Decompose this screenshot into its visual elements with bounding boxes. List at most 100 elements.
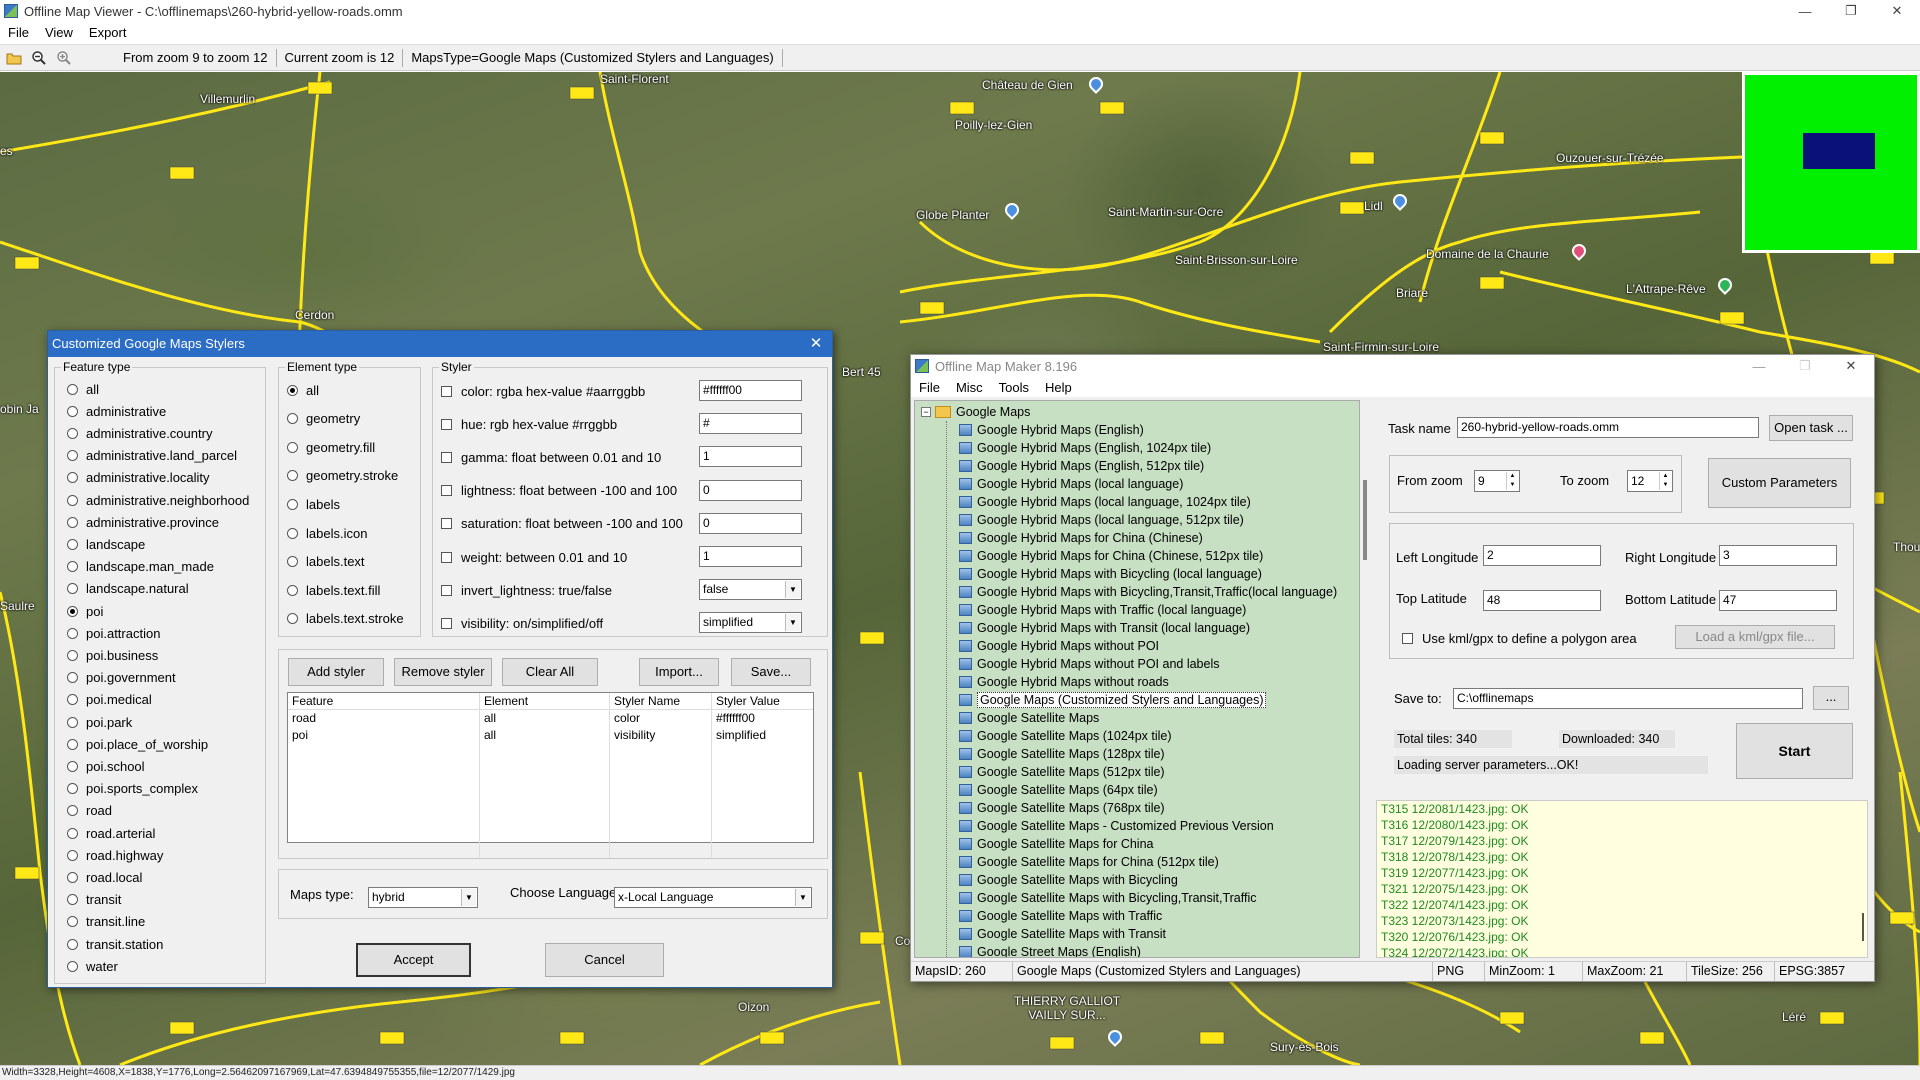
radio-button[interactable] — [67, 494, 78, 506]
zoom-in-icon[interactable] — [53, 47, 75, 69]
radio-button[interactable] — [67, 894, 78, 906]
tree-item[interactable]: Google Satellite Maps with Bicycling,Tra… — [959, 889, 1257, 907]
tree-item[interactable]: Google Maps (Customized Stylers and Lang… — [959, 691, 1267, 709]
tree-item[interactable]: Google Hybrid Maps for China (Chinese) — [959, 529, 1203, 547]
feature-type-option[interactable]: road.highway — [67, 846, 163, 864]
styler-option[interactable]: lightness: float between -100 and 100 — [441, 482, 677, 500]
feature-type-option[interactable]: poi.park — [67, 713, 132, 731]
column-header[interactable]: Styler Name — [610, 693, 712, 709]
element-type-option[interactable]: labels.text.stroke — [287, 610, 404, 628]
tree-item[interactable]: Google Satellite Maps (1024px tile) — [959, 727, 1172, 745]
feature-type-option[interactable]: landscape.man_made — [67, 558, 214, 576]
tree-root-node[interactable]: − Google Maps — [921, 403, 1030, 421]
radio-button[interactable] — [287, 470, 298, 482]
maps-tree[interactable]: − Google Maps Google Hybrid Maps (Englis… — [914, 400, 1360, 958]
menu-tools[interactable]: Tools — [991, 380, 1037, 395]
radio-button[interactable] — [67, 738, 78, 750]
radio-button[interactable] — [67, 649, 78, 661]
radio-button[interactable] — [67, 561, 78, 573]
feature-type-option[interactable]: poi.business — [67, 646, 158, 664]
element-type-option[interactable]: geometry — [287, 410, 360, 428]
feature-type-option[interactable]: poi.attraction — [67, 624, 160, 642]
radio-button[interactable] — [67, 938, 78, 950]
tree-item[interactable]: Google Satellite Maps for China — [959, 835, 1153, 853]
top-latitude-input[interactable]: 48 — [1483, 590, 1601, 611]
radio-button[interactable] — [67, 450, 78, 462]
save-button[interactable]: Save... — [731, 658, 811, 686]
column-header[interactable]: Element — [480, 693, 610, 709]
radio-button[interactable] — [287, 384, 298, 396]
feature-type-option[interactable]: landscape — [67, 535, 145, 553]
tree-item[interactable]: Google Hybrid Maps (English) — [959, 421, 1144, 439]
radio-button[interactable] — [67, 405, 78, 417]
tree-item[interactable]: Google Satellite Maps - Customized Previ… — [959, 817, 1274, 835]
tree-item[interactable]: Google Satellite Maps with Traffic — [959, 907, 1162, 925]
load-kml-button[interactable]: Load a kml/gpx file... — [1675, 625, 1835, 649]
element-type-option[interactable]: labels — [287, 495, 340, 513]
tree-item[interactable]: Google Hybrid Maps for China (Chinese, 5… — [959, 547, 1263, 565]
tree-item[interactable]: Google Hybrid Maps with Traffic (local l… — [959, 601, 1246, 619]
styler-checkbox[interactable] — [441, 584, 452, 596]
feature-type-option[interactable]: poi — [67, 602, 103, 620]
radio-button[interactable] — [67, 694, 78, 706]
spinner-arrows-icon[interactable]: ▲ ▼ — [1506, 472, 1518, 490]
styler-value-input[interactable]: 0 — [699, 512, 802, 534]
minimize-button[interactable]: — — [1782, 0, 1828, 22]
tree-scrollbar[interactable] — [1360, 400, 1372, 958]
feature-type-option[interactable]: transit.station — [67, 935, 163, 953]
radio-button[interactable] — [67, 916, 78, 928]
menu-export[interactable]: Export — [81, 25, 135, 40]
styler-value-input[interactable]: 1 — [699, 546, 802, 567]
feature-type-option[interactable]: administrative.province — [67, 513, 219, 531]
column-header[interactable]: Styler Value — [712, 693, 813, 709]
radio-button[interactable] — [287, 556, 298, 568]
zoom-out-icon[interactable] — [28, 47, 50, 69]
use-kml-option[interactable]: Use kml/gpx to define a polygon area — [1402, 631, 1637, 646]
feature-type-option[interactable]: landscape.natural — [67, 580, 189, 598]
remove-styler-button[interactable]: Remove styler — [394, 658, 492, 686]
tree-item[interactable]: Google Satellite Maps (128px tile) — [959, 745, 1165, 763]
element-type-option[interactable]: geometry.fill — [287, 438, 375, 456]
radio-button[interactable] — [287, 413, 298, 425]
tree-item[interactable]: Google Hybrid Maps with Bicycling,Transi… — [959, 583, 1337, 601]
feature-type-option[interactable]: transit.line — [67, 913, 145, 931]
feature-type-option[interactable]: poi.government — [67, 669, 176, 687]
tree-item[interactable]: Google Satellite Maps (64px tile) — [959, 781, 1158, 799]
open-folder-icon[interactable] — [3, 47, 25, 69]
tree-item[interactable]: Google Satellite Maps with Transit — [959, 925, 1166, 943]
maps-type-select[interactable]: hybrid ▼ — [368, 887, 478, 908]
radio-button[interactable] — [67, 516, 78, 528]
download-log[interactable]: T315 12/2081/1423.jpg: OK T316 12/2080/14… — [1376, 800, 1868, 958]
tree-item[interactable]: Google Hybrid Maps with Transit (local l… — [959, 619, 1250, 637]
from-zoom-spinner[interactable]: 9 ▲ ▼ — [1474, 470, 1520, 492]
overview-minimap[interactable] — [1742, 72, 1920, 253]
tree-item[interactable]: Google Satellite Maps (512px tile) — [959, 763, 1165, 781]
tree-item[interactable]: Google Hybrid Maps (English, 512px tile) — [959, 457, 1204, 475]
feature-type-option[interactable]: administrative.locality — [67, 469, 210, 487]
styler-checkbox[interactable] — [441, 617, 452, 629]
use-kml-checkbox[interactable] — [1402, 633, 1413, 644]
radio-button[interactable] — [67, 627, 78, 639]
cancel-button[interactable]: Cancel — [545, 943, 664, 977]
feature-type-option[interactable]: road.arterial — [67, 824, 155, 842]
tree-item[interactable]: Google Hybrid Maps without POI and label… — [959, 655, 1220, 673]
open-task-button[interactable]: Open task ... — [1769, 415, 1853, 441]
radio-button[interactable] — [67, 871, 78, 883]
feature-type-option[interactable]: administrative — [67, 402, 166, 420]
radio-button[interactable] — [67, 605, 78, 617]
radio-button[interactable] — [287, 527, 298, 539]
menu-view[interactable]: View — [37, 25, 81, 40]
menu-help[interactable]: Help — [1037, 380, 1080, 395]
table-row[interactable]: poi all visibility simplified — [288, 727, 813, 744]
close-button[interactable]: ✕ — [1828, 355, 1874, 377]
styler-option[interactable]: hue: rgb hex-value #rrggbb — [441, 415, 617, 433]
maximize-button[interactable]: ❐ — [1782, 355, 1828, 377]
browse-button[interactable]: ... — [1813, 686, 1849, 710]
column-header[interactable]: Feature — [288, 693, 480, 709]
styler-value-select[interactable]: false ▼ — [699, 579, 802, 601]
styler-option[interactable]: color: rgba hex-value #aarrggbb — [441, 382, 645, 400]
radio-button[interactable] — [287, 584, 298, 596]
radio-button[interactable] — [67, 760, 78, 772]
feature-type-option[interactable]: poi.place_of_worship — [67, 735, 208, 753]
feature-type-option[interactable]: water — [67, 957, 118, 975]
